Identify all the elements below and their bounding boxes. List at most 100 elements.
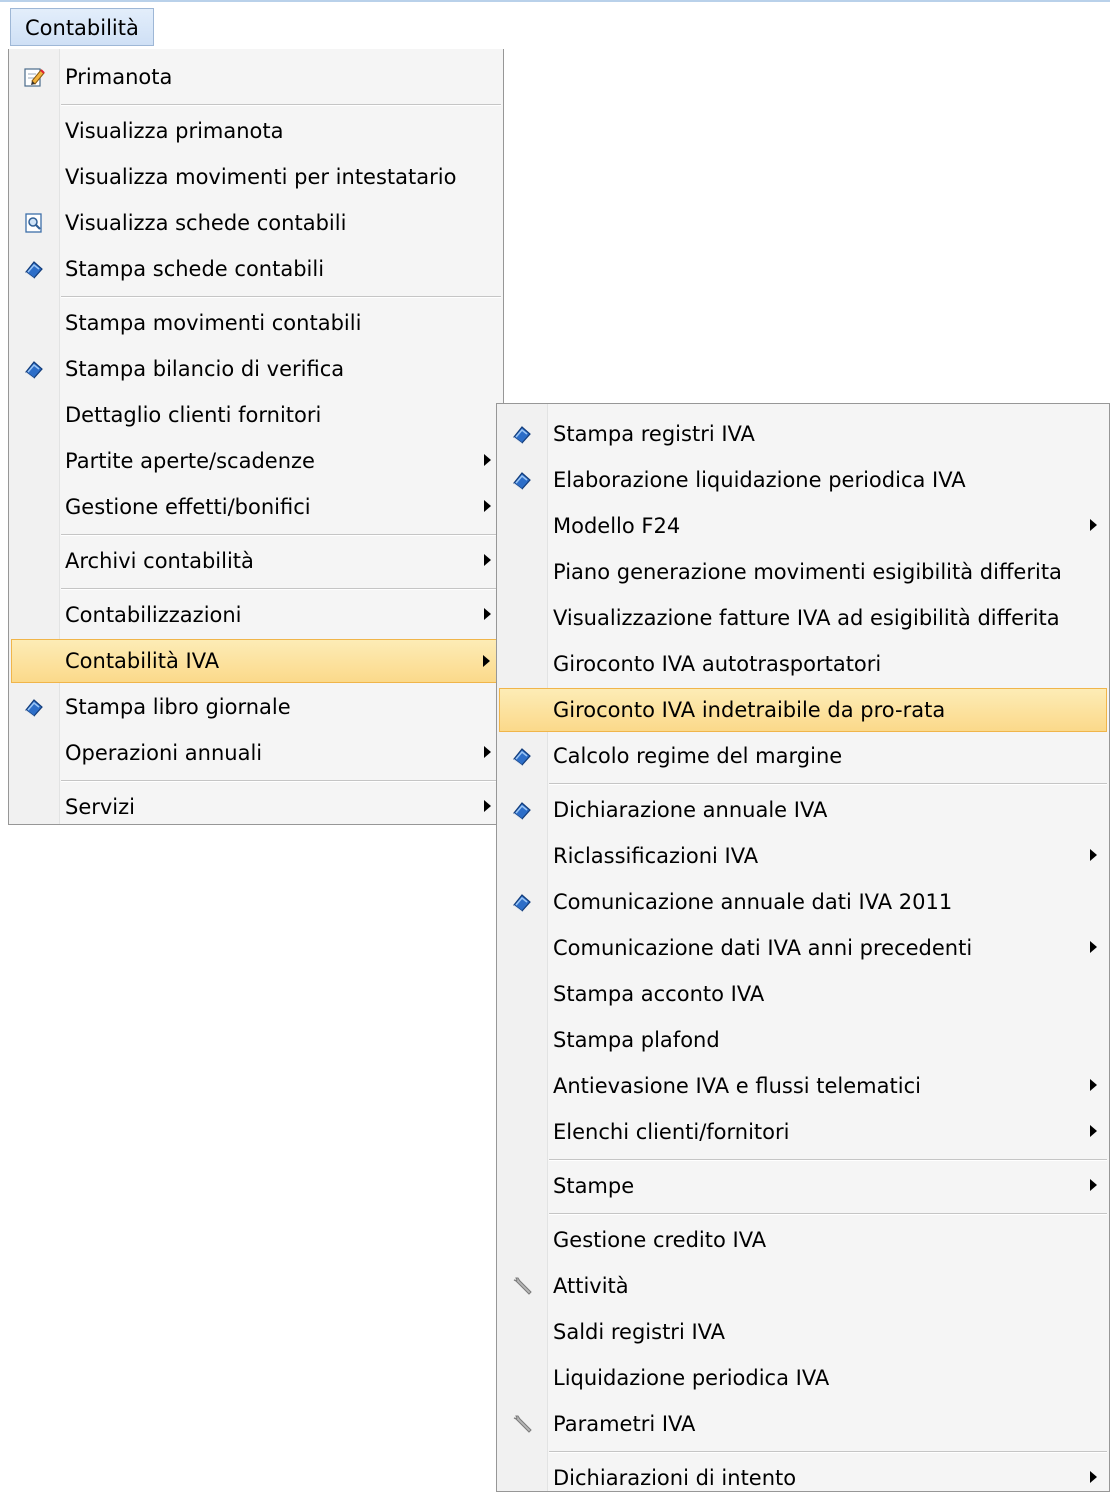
print-book-icon xyxy=(511,745,533,767)
menu-separator xyxy=(61,296,501,298)
menu-item[interactable]: Stampa bilancio di verifica xyxy=(11,347,501,391)
menubar-contabilita[interactable]: Contabilità xyxy=(10,8,154,46)
menu-item-label: Visualizza primanota xyxy=(65,119,284,143)
menu-item[interactable]: Parametri IVA xyxy=(499,1402,1107,1446)
menu-item[interactable]: Saldi registri IVA xyxy=(499,1310,1107,1354)
menu-item-label: Visualizza schede contabili xyxy=(65,211,347,235)
contabilita-iva-submenu: Stampa registri IVA Elaborazione liquidaz… xyxy=(496,403,1110,1492)
menu-item-label: Comunicazione annuale dati IVA 2011 xyxy=(553,890,953,914)
menu-item[interactable]: Contabilità IVA xyxy=(11,639,501,683)
menu-item[interactable]: Dichiarazione annuale IVA xyxy=(499,788,1107,832)
submenu-arrow-icon xyxy=(484,746,491,758)
menu-item[interactable]: Contabilizzazioni xyxy=(11,593,501,637)
menu-item[interactable]: Piano generazione movimenti esigibilità … xyxy=(499,550,1107,594)
menu-item-label: Giroconto IVA autotrasportatori xyxy=(553,652,882,676)
submenu-arrow-icon xyxy=(1090,941,1097,953)
print-book-icon xyxy=(511,891,533,913)
menu-item[interactable]: Partite aperte/scadenze xyxy=(11,439,501,483)
menu-item-label: Operazioni annuali xyxy=(65,741,263,765)
menu-item[interactable]: Visualizza movimenti per intestatario xyxy=(11,155,501,199)
menu-item-label: Antievasione IVA e flussi telematici xyxy=(553,1074,921,1098)
menu-item-label: Partite aperte/scadenze xyxy=(65,449,315,473)
menu-item[interactable]: Attività xyxy=(499,1264,1107,1308)
menu-item-label: Calcolo regime del margine xyxy=(553,744,843,768)
print-book-icon xyxy=(23,358,45,380)
wrench-icon xyxy=(511,1413,533,1435)
menu-item-label: Comunicazione dati IVA anni precedenti xyxy=(553,936,973,960)
menu-separator xyxy=(549,1451,1107,1453)
menu-separator xyxy=(549,1213,1107,1215)
menu-item[interactable]: Modello F24 xyxy=(499,504,1107,548)
menu-item-label: Riclassificazioni IVA xyxy=(553,844,759,868)
print-book-icon xyxy=(23,258,45,280)
menu-item-label: Stampa registri IVA xyxy=(553,422,755,446)
menu-item-label: Saldi registri IVA xyxy=(553,1320,726,1344)
submenu-arrow-icon xyxy=(484,454,491,466)
menu-item-label: Stampa plafond xyxy=(553,1028,720,1052)
menu-item[interactable]: Servizi xyxy=(11,785,501,829)
menu-separator xyxy=(61,588,501,590)
menu-item[interactable]: Giroconto IVA indetraibile da pro-rata xyxy=(499,688,1107,732)
menu-item-label: Primanota xyxy=(65,65,173,89)
menu-item[interactable]: Dettaglio clienti fornitori xyxy=(11,393,501,437)
menu-item[interactable]: Visualizza schede contabili xyxy=(11,201,501,245)
menu-item-label: Stampe xyxy=(553,1174,635,1198)
edit-note-icon xyxy=(23,66,45,88)
menu-item-label: Dichiarazione annuale IVA xyxy=(553,798,828,822)
menu-item[interactable]: Elaborazione liquidazione periodica IVA xyxy=(499,458,1107,502)
menu-item[interactable]: Antievasione IVA e flussi telematici xyxy=(499,1064,1107,1108)
menu-item-label: Attività xyxy=(553,1274,629,1298)
menu-item-label: Liquidazione periodica IVA xyxy=(553,1366,830,1390)
menu-item-label: Visualizzazione fatture IVA ad esigibili… xyxy=(553,606,1060,630)
menu-item-label: Servizi xyxy=(65,795,136,819)
menu-item[interactable]: Liquidazione periodica IVA xyxy=(499,1356,1107,1400)
preview-document-icon xyxy=(23,212,45,234)
menu-item[interactable]: Stampa registri IVA xyxy=(499,412,1107,456)
menu-item-label: Gestione credito IVA xyxy=(553,1228,767,1252)
submenu-arrow-icon xyxy=(1090,1471,1097,1483)
menu-item[interactable]: Stampa libro giornale xyxy=(11,685,501,729)
submenu-arrow-icon xyxy=(1090,1179,1097,1191)
menu-item[interactable]: Comunicazione annuale dati IVA 2011 xyxy=(499,880,1107,924)
menu-item[interactable]: Dichiarazioni di intento xyxy=(499,1456,1107,1500)
menu-item[interactable]: Stampa movimenti contabili xyxy=(11,301,501,345)
menu-item-label: Parametri IVA xyxy=(553,1412,696,1436)
menu-item[interactable]: Comunicazione dati IVA anni precedenti xyxy=(499,926,1107,970)
menu-item[interactable]: Riclassificazioni IVA xyxy=(499,834,1107,878)
menu-item-label: Dichiarazioni di intento xyxy=(553,1466,797,1490)
menu-item[interactable]: Visualizza primanota xyxy=(11,109,501,153)
menu-item[interactable]: Stampe xyxy=(499,1164,1107,1208)
menu-item-label: Elenchi clienti/fornitori xyxy=(553,1120,790,1144)
menu-item-label: Elaborazione liquidazione periodica IVA xyxy=(553,468,966,492)
submenu-arrow-icon xyxy=(484,608,491,620)
menu-item-label: Stampa bilancio di verifica xyxy=(65,357,345,381)
menu-item[interactable]: Stampa acconto IVA xyxy=(499,972,1107,1016)
print-book-icon xyxy=(511,469,533,491)
menu-item[interactable]: Stampa plafond xyxy=(499,1018,1107,1062)
menu-separator xyxy=(549,783,1107,785)
menu-item-label: Modello F24 xyxy=(553,514,681,538)
menu-item-label: Gestione effetti/bonifici xyxy=(65,495,311,519)
menu-item[interactable]: Giroconto IVA autotrasportatori xyxy=(499,642,1107,686)
menu-item-label: Contabilità IVA xyxy=(65,649,220,673)
submenu-arrow-icon xyxy=(1090,1125,1097,1137)
print-book-icon xyxy=(23,696,45,718)
menu-item[interactable]: Primanota xyxy=(11,55,501,99)
menu-item[interactable]: Operazioni annuali xyxy=(11,731,501,775)
menu-item[interactable]: Archivi contabilità xyxy=(11,539,501,583)
menu-separator xyxy=(61,104,501,106)
menu-item-label: Contabilizzazioni xyxy=(65,603,242,627)
menu-item[interactable]: Gestione effetti/bonifici xyxy=(11,485,501,529)
menu-item-label: Stampa libro giornale xyxy=(65,695,291,719)
menu-item-label: Piano generazione movimenti esigibilità … xyxy=(553,560,1062,584)
menu-separator xyxy=(61,780,501,782)
print-book-icon xyxy=(511,799,533,821)
menu-item[interactable]: Visualizzazione fatture IVA ad esigibili… xyxy=(499,596,1107,640)
submenu-arrow-icon xyxy=(483,655,490,667)
menu-item[interactable]: Gestione credito IVA xyxy=(499,1218,1107,1262)
contabilita-menu: Primanota Visualizza primanota Visualizza … xyxy=(8,49,504,825)
menu-item[interactable]: Calcolo regime del margine xyxy=(499,734,1107,778)
submenu-arrow-icon xyxy=(1090,849,1097,861)
menu-item[interactable]: Elenchi clienti/fornitori xyxy=(499,1110,1107,1154)
menu-item[interactable]: Stampa schede contabili xyxy=(11,247,501,291)
